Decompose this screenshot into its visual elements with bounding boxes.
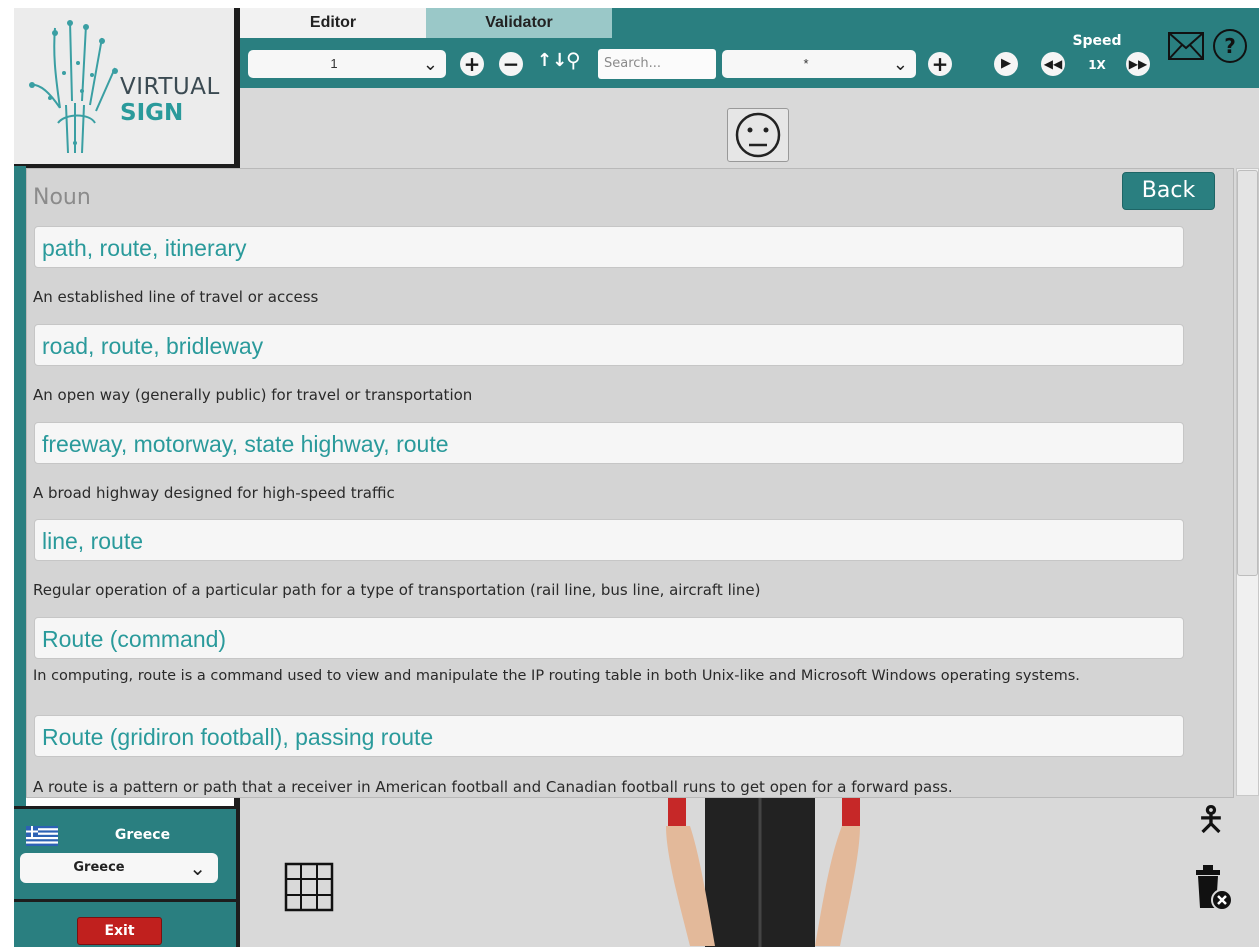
chevron-down-icon: ⌄ bbox=[189, 856, 206, 880]
speed-value: 1X bbox=[1088, 58, 1106, 72]
rewind-icon[interactable]: ◀◀ bbox=[1041, 52, 1065, 76]
filter-select-value: * bbox=[803, 56, 809, 71]
delete-icon[interactable] bbox=[1192, 862, 1234, 912]
add-icon[interactable]: + bbox=[460, 52, 484, 76]
frame-select[interactable]: 1 ⌄ bbox=[248, 50, 446, 78]
neutral-face-icon bbox=[735, 112, 781, 158]
frame-select-value: 1 bbox=[330, 56, 338, 71]
face-expression-button[interactable] bbox=[727, 108, 789, 162]
brand-sign: SIGN bbox=[120, 100, 184, 126]
search-icon[interactable]: ⚲ bbox=[566, 48, 581, 72]
scrollbar-thumb[interactable] bbox=[1237, 170, 1258, 576]
term-entry[interactable]: line, route bbox=[34, 519, 1184, 561]
definition: An established line of travel or access bbox=[33, 288, 319, 306]
help-icon[interactable]: ? bbox=[1213, 29, 1247, 63]
definition: A route is a pattern or path that a rece… bbox=[33, 778, 953, 796]
exit-button[interactable]: Exit bbox=[77, 917, 162, 945]
term-entry[interactable]: Route (gridiron football), passing route bbox=[34, 715, 1184, 757]
sort-icon[interactable]: ↑↓ bbox=[537, 50, 567, 71]
term-entry[interactable]: Route (command) bbox=[34, 617, 1184, 659]
tab-editor[interactable]: Editor bbox=[240, 8, 426, 38]
definition: A broad highway designed for high-speed … bbox=[33, 484, 395, 502]
country-select-value: Greece bbox=[73, 860, 125, 875]
term-entry[interactable]: path, route, itinerary bbox=[34, 226, 1184, 268]
fast-forward-icon[interactable]: ▶▶ bbox=[1126, 52, 1150, 76]
term-entry[interactable]: road, route, bridleway bbox=[34, 324, 1184, 366]
remove-icon[interactable]: − bbox=[499, 52, 523, 76]
part-of-speech: Noun bbox=[33, 185, 91, 210]
country-label: Greece bbox=[114, 827, 171, 843]
speed-label: Speed bbox=[1072, 33, 1122, 49]
mail-icon[interactable] bbox=[1168, 32, 1204, 60]
sidebar bbox=[14, 166, 26, 806]
search-placeholder: Search... bbox=[604, 56, 662, 71]
definition: Regular operation of a particular path f… bbox=[33, 581, 761, 599]
brand-virtual: VIRTUAL bbox=[120, 74, 220, 100]
search-input[interactable]: Search... bbox=[598, 49, 716, 79]
chevron-down-icon: ⌄ bbox=[422, 54, 438, 74]
grid-icon[interactable] bbox=[284, 862, 334, 912]
virtual-sign-logo-icon bbox=[29, 20, 118, 154]
add-icon[interactable]: + bbox=[928, 52, 952, 76]
tab-validator[interactable]: Validator bbox=[426, 8, 612, 38]
country-select[interactable]: Greece ⌄ bbox=[20, 853, 218, 883]
play-icon[interactable]: ▶ bbox=[994, 52, 1018, 76]
avatar bbox=[666, 796, 860, 947]
definitions-panel: Noun Back path, route, itinerary An esta… bbox=[26, 168, 1234, 798]
back-button[interactable]: Back bbox=[1122, 172, 1215, 210]
definition: In computing, route is a command used to… bbox=[33, 668, 1080, 684]
definition: An open way (generally public) for trave… bbox=[33, 386, 473, 404]
chevron-down-icon: ⌄ bbox=[892, 54, 908, 74]
filter-select[interactable]: * ⌄ bbox=[722, 50, 916, 78]
greece-flag-icon bbox=[26, 826, 58, 846]
pose-icon[interactable]: 🯅 bbox=[1196, 796, 1226, 853]
logo-panel: VIRTUAL SIGN bbox=[14, 8, 234, 166]
term-entry[interactable]: freeway, motorway, state highway, route bbox=[34, 422, 1184, 464]
